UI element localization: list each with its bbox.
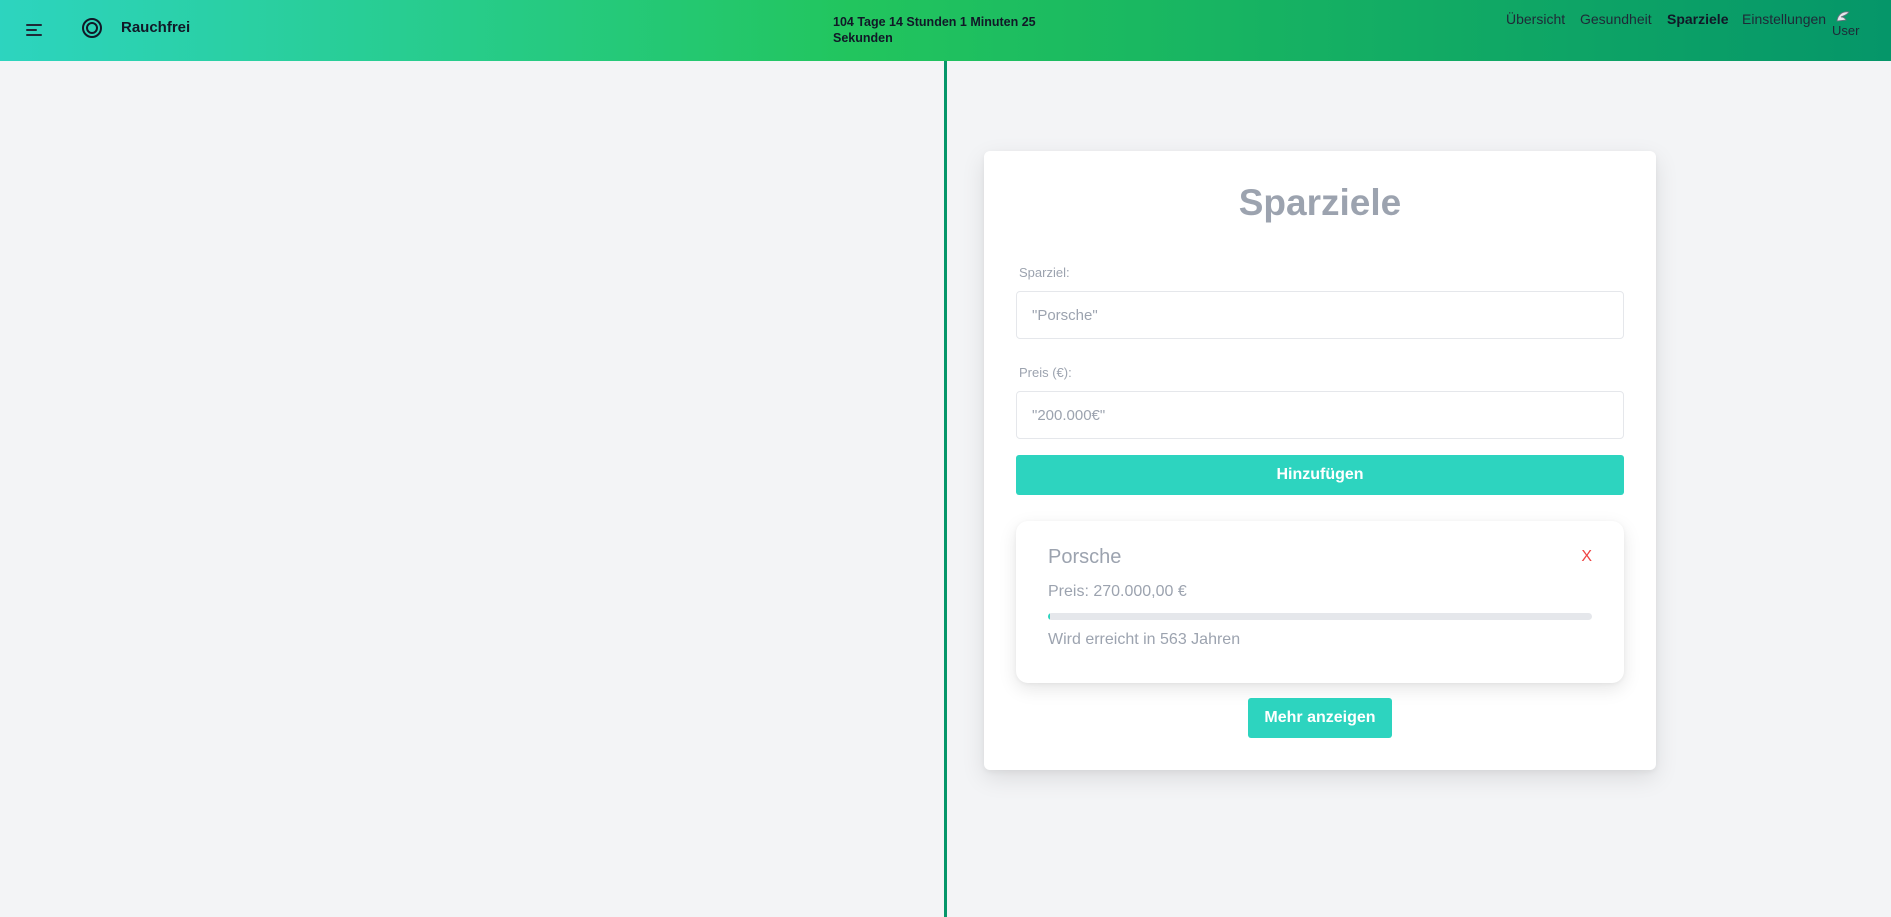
goal-eta: Wird erreicht in 563 Jahren — [1048, 631, 1241, 648]
nav-link-einstellungen[interactable]: Einstellungen — [1742, 11, 1826, 27]
nav-link-gesundheit[interactable]: Gesundheit — [1580, 11, 1652, 27]
logo-icon — [82, 18, 102, 38]
remove-goal-button[interactable]: X — [1581, 548, 1592, 566]
price-label: Preis (€): — [1019, 365, 1072, 380]
user-menu[interactable]: User — [1832, 9, 1872, 38]
goal-item: Porsche X Preis: 270.000,00 € Wird errei… — [1016, 521, 1624, 683]
top-bar: Rauchfrei 104 Tage 14 Stunden 1 Minuten … — [0, 0, 1891, 61]
goal-label: Sparziel: — [1019, 265, 1070, 280]
vertical-divider — [944, 61, 947, 917]
goal-input[interactable] — [1016, 291, 1624, 339]
user-avatar-icon — [1836, 11, 1850, 22]
user-label: User — [1832, 23, 1860, 38]
nav-link-uebersicht[interactable]: Übersicht — [1506, 11, 1565, 27]
price-input[interactable] — [1016, 391, 1624, 439]
nav-link-sparziele[interactable]: Sparziele — [1667, 11, 1728, 27]
goal-price: Preis: 270.000,00 € — [1048, 583, 1187, 600]
smoke-free-timer: 104 Tage 14 Stunden 1 Minuten 25 Sekunde… — [833, 15, 1036, 45]
menu-icon[interactable] — [26, 19, 48, 41]
goal-name: Porsche — [1048, 546, 1122, 568]
goal-progress-fill — [1048, 613, 1050, 620]
savings-goals-card: Sparziele Sparziel: Preis (€): Hinzufüge… — [984, 151, 1656, 770]
goal-progress-bar — [1048, 613, 1592, 620]
brand-name[interactable]: Rauchfrei — [121, 19, 190, 36]
add-goal-button[interactable]: Hinzufügen — [1016, 455, 1624, 495]
show-more-button[interactable]: Mehr anzeigen — [1248, 698, 1392, 738]
page-title: Sparziele — [1238, 182, 1402, 223]
